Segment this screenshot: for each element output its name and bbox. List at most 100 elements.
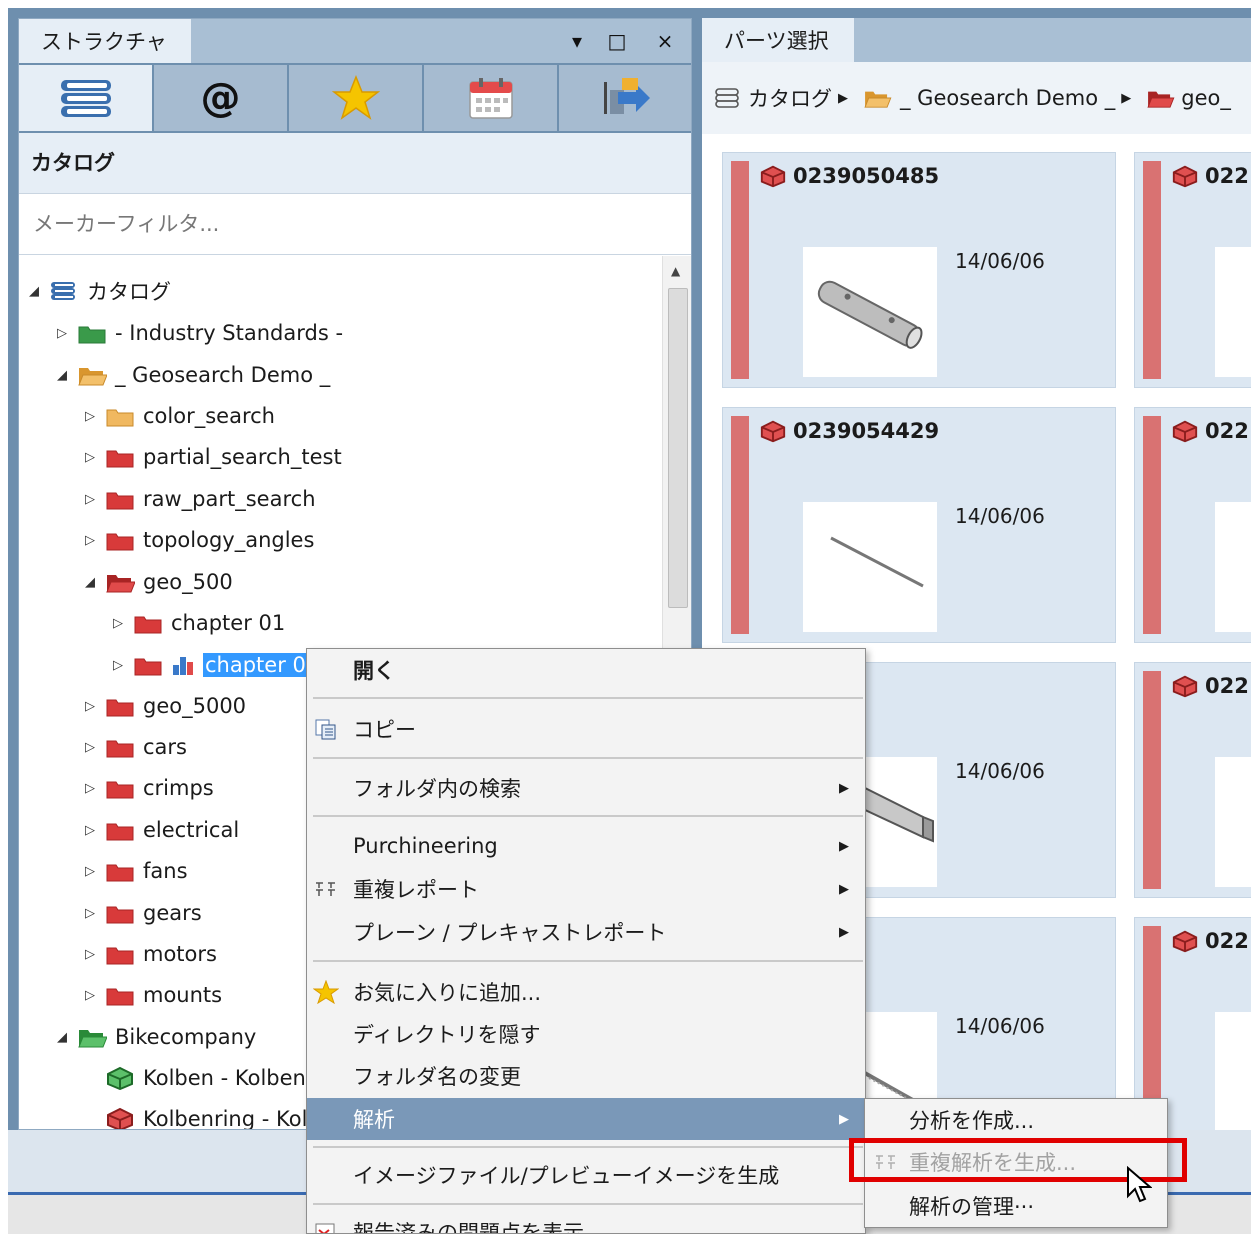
menu-separator — [313, 1203, 863, 1205]
folder-open-red-icon — [106, 575, 135, 593]
tree-item-geo-500[interactable]: ◢ geo_500 — [83, 562, 233, 602]
tree-item-motors[interactable]: ▷ motors — [83, 934, 217, 974]
email-view-button[interactable]: @ — [154, 65, 287, 131]
part-date: 14/06/06 — [955, 1014, 1045, 1038]
tree-item-geosearch-demo[interactable]: ◢ _ Geosearch Demo _ — [55, 355, 330, 395]
tree-item-label: - Industry Standards - — [115, 321, 344, 345]
menu-item-copy[interactable]: コピー — [307, 708, 865, 750]
menu-item-hide-directory[interactable]: ディレクトリを隠す — [307, 1013, 865, 1055]
scroll-thumb[interactable] — [668, 288, 688, 608]
menu-item-duplicate-report[interactable]: 重複レポート ▶ — [307, 868, 865, 910]
tree-item-gears[interactable]: ▷ gears — [83, 893, 202, 933]
tab-parts-selection[interactable]: パーツ選択 — [702, 18, 854, 62]
tree-item-label: topology_angles — [143, 528, 315, 552]
tree-item-color-search[interactable]: ▷ color_search — [83, 396, 275, 436]
tree-item-label-selected: chapter 02 — [203, 653, 322, 677]
tree-item-kolben[interactable]: Kolben - Kolben — [105, 1058, 306, 1098]
breadcrumb-item-geosearch-demo[interactable]: _ Geosearch Demo _ ▶ — [862, 86, 1131, 110]
folder-red-icon — [106, 699, 134, 717]
close-button[interactable]: × — [651, 27, 679, 55]
tree-item-geo-5000[interactable]: ▷ geo_5000 — [83, 686, 246, 726]
expanded-toggle-icon[interactable]: ◢ — [83, 575, 97, 590]
folder-red-icon — [106, 906, 134, 924]
cube-red-icon — [760, 420, 786, 443]
collapsed-toggle-icon[interactable]: ▷ — [83, 450, 97, 465]
collapsed-toggle-icon[interactable]: ▷ — [55, 326, 69, 341]
expanded-toggle-icon[interactable]: ◢ — [55, 1030, 69, 1045]
tree-item-chapter-02[interactable]: ▷ chapter 02 — [111, 645, 322, 685]
tree-item-mounts[interactable]: ▷ mounts — [83, 975, 222, 1015]
tree-item-partial-search-test[interactable]: ▷ partial_search_test — [83, 437, 342, 477]
folder-red-icon — [106, 988, 134, 1006]
menu-item-purchineering[interactable]: Purchineering ▶ — [307, 825, 865, 867]
collapsed-toggle-icon[interactable]: ▷ — [83, 492, 97, 507]
tree-item-label: Bikecompany — [115, 1025, 257, 1049]
part-thumbnail — [803, 502, 937, 632]
manufacturer-filter-input[interactable] — [19, 193, 691, 255]
submenu-item-manage-analysis[interactable]: 解析の管理··· — [865, 1185, 1167, 1227]
parts-tabbar: パーツ選択 — [702, 18, 1251, 62]
maximize-button[interactable]: □ — [603, 27, 631, 55]
collapsed-toggle-icon[interactable]: ▷ — [83, 781, 97, 796]
collapsed-toggle-icon[interactable]: ▷ — [83, 988, 97, 1003]
collapsed-toggle-icon[interactable]: ▷ — [111, 658, 125, 673]
part-card[interactable]: 0239054429 14/06/06 — [722, 407, 1116, 643]
part-thumbnail — [1215, 247, 1251, 377]
menu-item-open[interactable]: 開く — [307, 649, 865, 691]
at-sign-icon: @ — [200, 75, 241, 121]
favorites-star-icon — [331, 75, 380, 120]
menu-item-analysis[interactable]: 解析 ▶ — [307, 1098, 865, 1140]
tree-item-catalog[interactable]: ◢ カタログ — [27, 271, 171, 311]
part-card[interactable]: 0239050485 14/06/06 — [722, 152, 1116, 388]
tree-item-cars[interactable]: ▷ cars — [83, 727, 187, 767]
part-card[interactable]: 022 — [1134, 662, 1251, 898]
breadcrumb-label: geo_ — [1181, 86, 1231, 110]
collapsed-toggle-icon[interactable]: ▷ — [83, 699, 97, 714]
menu-item-generate-image-files[interactable]: イメージファイル/プレビューイメージを生成 — [307, 1154, 865, 1196]
folder-open-orange-icon — [864, 91, 892, 108]
collapsed-toggle-icon[interactable]: ▷ — [83, 740, 97, 755]
folder-red-icon — [106, 781, 134, 799]
part-card[interactable]: 022 — [1134, 152, 1251, 388]
expanded-toggle-icon[interactable]: ◢ — [55, 368, 69, 383]
menu-item-add-favorite[interactable]: お気に入りに追加... — [307, 971, 865, 1013]
duplicate-report-icon — [316, 882, 335, 896]
collapsed-toggle-icon[interactable]: ▷ — [83, 533, 97, 548]
tree-item-bikecompany[interactable]: ◢ Bikecompany — [55, 1017, 256, 1057]
part-thumbnail — [1215, 757, 1251, 887]
calendar-view-button[interactable] — [424, 65, 557, 131]
tree-item-electrical[interactable]: ▷ electrical — [83, 810, 239, 850]
collapsed-toggle-icon[interactable]: ▷ — [83, 823, 97, 838]
part-id: 022 — [1171, 673, 1249, 699]
menu-item-rename-folder[interactable]: フォルダ名の変更 — [307, 1055, 865, 1097]
collapsed-toggle-icon[interactable]: ▷ — [83, 409, 97, 424]
breadcrumb-item-geo[interactable]: geo_ — [1145, 86, 1231, 110]
dropdown-button[interactable]: ▾ — [563, 27, 591, 55]
collapsed-toggle-icon[interactable]: ▷ — [83, 906, 97, 921]
submenu-item-create-analysis[interactable]: 分析を作成... — [865, 1099, 1167, 1141]
tree-item-crimps[interactable]: ▷ crimps — [83, 768, 214, 808]
tree-item-label: fans — [143, 859, 188, 883]
menu-item-show-reported-issues[interactable]: 報告済みの問題点を表示 — [307, 1211, 865, 1233]
tree-item-label: motors — [143, 942, 217, 966]
collapsed-toggle-icon[interactable]: ▷ — [83, 864, 97, 879]
tree-item-label: electrical — [143, 818, 240, 842]
menu-item-plain-precast-report[interactable]: プレーン / プレキャストレポート ▶ — [307, 911, 865, 953]
collapsed-toggle-icon[interactable]: ▷ — [111, 616, 125, 631]
export-view-button[interactable] — [559, 65, 691, 131]
menu-item-search-in-folder[interactable]: フォルダ内の検索 ▶ — [307, 767, 865, 809]
favorites-view-button[interactable] — [289, 65, 422, 131]
tree-item-industry-standards[interactable]: ▷ - Industry Standards - — [55, 313, 343, 353]
breadcrumb-item-catalog[interactable]: カタログ ▶ — [714, 83, 848, 113]
tree-item-chapter-01[interactable]: ▷ chapter 01 — [111, 603, 285, 643]
tab-structure[interactable]: ストラクチャ — [19, 19, 191, 63]
tree-item-fans[interactable]: ▷ fans — [83, 851, 188, 891]
part-card[interactable]: 022 — [1134, 407, 1251, 643]
tree-item-topology-angles[interactable]: ▷ topology_angles — [83, 520, 314, 560]
collapsed-toggle-icon[interactable]: ▷ — [83, 947, 97, 962]
scroll-up-icon[interactable]: ▲ — [671, 264, 680, 278]
tree-item-raw-part-search[interactable]: ▷ raw_part_search — [83, 479, 316, 519]
catalog-view-button[interactable] — [19, 65, 152, 131]
part-status-bar — [1143, 161, 1161, 379]
expanded-toggle-icon[interactable]: ◢ — [27, 284, 41, 299]
